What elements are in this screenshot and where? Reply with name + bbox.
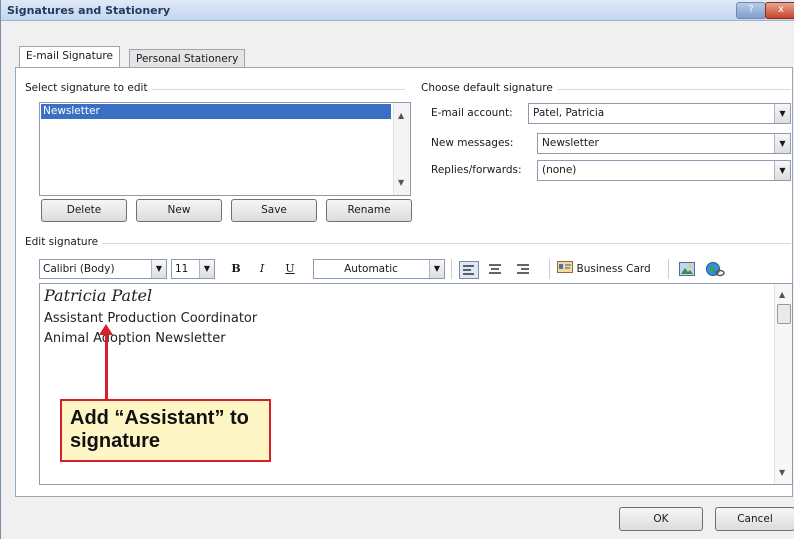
font-select[interactable]: Calibri (Body) ▼: [39, 259, 167, 279]
align-center-button[interactable]: [485, 259, 505, 279]
close-button[interactable]: x: [765, 2, 794, 19]
help-icon: ?: [748, 4, 754, 15]
align-right-button[interactable]: [513, 259, 533, 279]
insert-hyperlink-button[interactable]: [704, 259, 726, 279]
bold-button[interactable]: B: [227, 259, 245, 279]
dialog-title: Signatures and Stationery: [7, 4, 171, 17]
color-select[interactable]: Automatic ▼: [313, 259, 445, 279]
title-bar: Signatures and Stationery ? x: [1, 0, 794, 21]
chevron-down-icon[interactable]: ▼: [774, 134, 790, 153]
email-account-select[interactable]: Patel, Patricia ▼: [528, 103, 791, 124]
email-account-value: Patel, Patricia: [533, 107, 605, 119]
align-left-icon: [459, 261, 479, 279]
callout-pointer-line: [105, 333, 108, 403]
chevron-down-icon[interactable]: ▼: [429, 260, 444, 278]
toolbar-separator: [668, 259, 669, 279]
chevron-down-icon[interactable]: ▼: [774, 104, 790, 123]
business-card-icon: [557, 261, 573, 273]
picture-icon: [679, 262, 695, 276]
tab-personal-stationery[interactable]: Personal Stationery: [129, 49, 246, 69]
align-left-button[interactable]: [458, 259, 480, 279]
rename-button[interactable]: Rename: [326, 199, 412, 222]
tab-email-signature[interactable]: E-mail Signature: [19, 46, 120, 68]
cancel-button[interactable]: Cancel: [715, 507, 794, 531]
scroll-up-icon[interactable]: ▲: [779, 290, 785, 299]
font-value: Calibri (Body): [43, 263, 115, 275]
scroll-down-icon[interactable]: ▼: [779, 468, 785, 477]
new-messages-select[interactable]: Newsletter ▼: [537, 133, 791, 154]
close-icon: x: [778, 4, 784, 15]
replies-label: Replies/forwards:: [431, 164, 522, 176]
align-center-icon: [489, 264, 501, 274]
signature-newsletter-line[interactable]: Animal Adoption Newsletter: [44, 331, 226, 346]
toolbar-separator: [451, 259, 452, 279]
business-card-button[interactable]: Business Card: [557, 259, 661, 279]
ok-button[interactable]: OK: [619, 507, 703, 531]
insert-picture-button[interactable]: [677, 259, 697, 279]
font-size-value: 11: [175, 263, 189, 275]
default-signature-label: Choose default signature: [421, 82, 557, 94]
select-signature-label: Select signature to edit: [25, 82, 152, 94]
chevron-down-icon[interactable]: ▼: [151, 260, 166, 278]
color-value: Automatic: [344, 263, 398, 275]
replies-value: (none): [542, 164, 577, 176]
edit-signature-label: Edit signature: [25, 236, 103, 248]
list-item[interactable]: Newsletter: [41, 104, 391, 119]
editor-scrollbar[interactable]: ▲ ▼: [774, 284, 792, 484]
font-size-select[interactable]: 11 ▼: [171, 259, 215, 279]
annotation-callout: Add “Assistant” to signature: [60, 399, 271, 462]
new-messages-label: New messages:: [431, 137, 514, 149]
signature-list[interactable]: Newsletter ▲ ▼: [39, 102, 411, 196]
business-card-label: Business Card: [576, 263, 651, 275]
replies-select[interactable]: (none) ▼: [537, 160, 791, 181]
scroll-thumb[interactable]: [777, 304, 791, 324]
signature-title-line[interactable]: Assistant Production Coordinator: [44, 311, 257, 326]
scroll-up-icon[interactable]: ▲: [398, 111, 404, 120]
chevron-down-icon[interactable]: ▼: [199, 260, 214, 278]
align-right-icon: [517, 264, 529, 274]
edit-divider: [25, 243, 791, 244]
help-button[interactable]: ?: [736, 2, 766, 19]
save-button[interactable]: Save: [231, 199, 317, 222]
signatures-dialog: Signatures and Stationery ? x E-mail Sig…: [0, 0, 794, 539]
list-scrollbar[interactable]: ▲ ▼: [393, 103, 410, 195]
new-messages-value: Newsletter: [542, 137, 599, 149]
toolbar-separator: [549, 259, 550, 279]
chevron-down-icon[interactable]: ▼: [774, 161, 790, 180]
signature-name-line[interactable]: Patricia Patel: [44, 286, 152, 305]
underline-button[interactable]: U: [281, 259, 299, 279]
email-account-label: E-mail account:: [431, 107, 513, 119]
hyperlink-globe-icon: [706, 262, 725, 277]
delete-button[interactable]: Delete: [41, 199, 127, 222]
scroll-down-icon[interactable]: ▼: [398, 178, 404, 187]
new-button[interactable]: New: [136, 199, 222, 222]
italic-button[interactable]: I: [253, 259, 271, 279]
